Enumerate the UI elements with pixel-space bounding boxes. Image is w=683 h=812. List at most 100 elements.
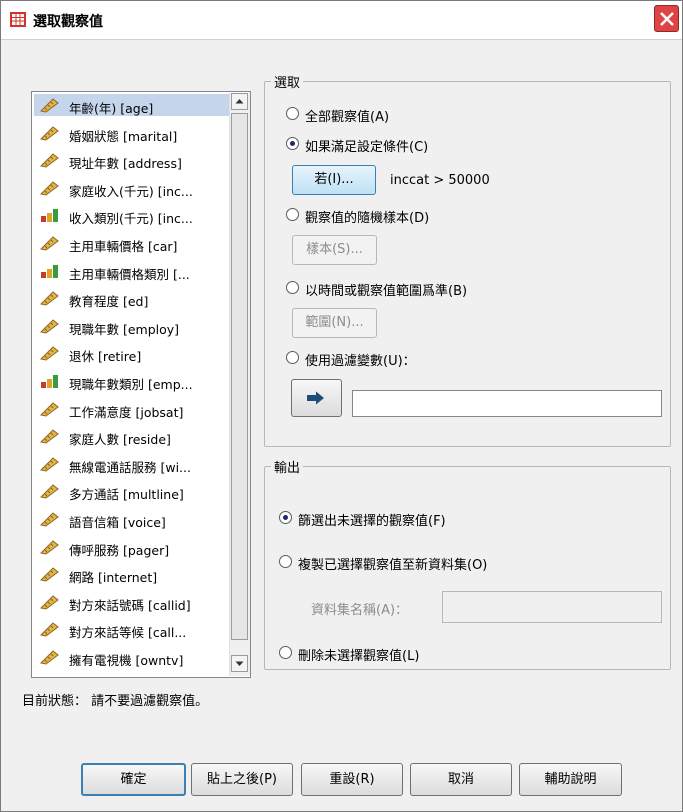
vertical-scrollbar[interactable] <box>229 93 250 676</box>
variable-label: 語音信箱 [voice] <box>69 515 166 530</box>
variable-list-item[interactable]: 主用車輛價格類別 [... <box>34 260 229 282</box>
radio-label: 如果滿足設定條件(C) <box>305 140 429 155</box>
variable-label: 網路 [internet] <box>69 570 158 586</box>
radio-label: 複製已選擇觀察值至新資料集(O) <box>298 558 488 573</box>
variable-list-item[interactable]: 婚姻狀態 [marital] <box>34 122 229 144</box>
scale-ruler-icon <box>39 621 61 640</box>
variable-label: 多方通話 [multline] <box>69 487 184 503</box>
if-button[interactable]: 若(I)... <box>292 165 376 195</box>
scroll-up-button[interactable] <box>231 93 248 110</box>
scale-ruler-icon <box>39 152 61 171</box>
radio-dot <box>286 351 299 364</box>
variable-list-item[interactable]: 多方通話 [multline] <box>34 480 229 502</box>
scale-ruler-icon <box>39 594 61 613</box>
radio-label: 使用過濾變數(U)： <box>305 354 416 369</box>
reset-button[interactable]: 重設(R) <box>301 763 403 796</box>
radio-label: 全部觀察值(A) <box>305 110 390 125</box>
variable-list-item[interactable]: 現職年數類別 [emp... <box>34 370 229 392</box>
arrow-up-icon <box>235 99 244 104</box>
variable-label: 擁有電視機 [owntv] <box>69 653 184 668</box>
variable-label: 婚姻狀態 [marital] <box>69 128 178 144</box>
arrow-down-icon <box>235 661 244 666</box>
variable-label: 主用車輛價格 [car] <box>69 239 178 254</box>
scale-ruler-icon <box>39 428 61 447</box>
scale-ruler-icon <box>39 511 61 530</box>
window-title: 選取觀察值 <box>33 14 103 30</box>
radio-dot <box>286 208 299 221</box>
select-group-title: 選取 <box>271 72 304 91</box>
scale-ruler-icon <box>39 235 61 254</box>
cancel-button[interactable]: 取消 <box>410 763 512 796</box>
variable-list-item[interactable]: 對方來話等候 [call... <box>34 618 229 640</box>
variable-list-item[interactable]: 語音信箱 [voice] <box>34 508 229 530</box>
title-bar: 選取觀察值 <box>1 1 682 40</box>
scale-ruler-icon <box>39 483 61 502</box>
variable-list-item[interactable]: 家庭人數 [reside] <box>34 425 229 447</box>
status-text: 目前狀態： 請不要過濾觀察值。 <box>22 694 209 709</box>
radio-dot <box>286 281 299 294</box>
variable-list-item[interactable]: 教育程度 [ed] <box>34 287 229 309</box>
variable-list-item[interactable]: 工作滿意度 [jobsat] <box>34 398 229 420</box>
scroll-thumb[interactable] <box>231 113 248 640</box>
radio-label: 觀察值的隨機樣本(D) <box>305 211 430 226</box>
radio-label: 以時間或觀察值範圍爲準(B) <box>305 284 468 299</box>
close-button[interactable] <box>654 5 679 32</box>
radio-dot <box>279 511 292 524</box>
ordinal-bars-icon <box>39 263 61 282</box>
close-icon <box>660 12 674 26</box>
scale-ruler-icon <box>39 318 61 337</box>
scale-ruler-icon <box>39 180 61 199</box>
variable-label: 傳呼服務 [pager] <box>69 542 170 558</box>
variable-list-item[interactable]: 網路 [internet] <box>34 563 229 585</box>
variable-list-item[interactable]: 現址年數 [address] <box>34 149 229 171</box>
variable-list-item[interactable]: 無線電通話服務 [wi... <box>34 453 229 475</box>
variable-list-item[interactable]: 收入類別(千元) [inc... <box>34 204 229 226</box>
output-group-title: 輸出 <box>271 457 304 476</box>
sample-button[interactable]: 樣本(S)... <box>292 235 377 265</box>
variable-list-item[interactable]: 家庭收入(千元) [inc... <box>34 177 229 199</box>
ok-button[interactable]: 確定 <box>81 763 186 796</box>
variable-label: 年齡(年) [age] <box>69 101 154 116</box>
variable-list-item[interactable]: 現職年數 [employ] <box>34 315 229 337</box>
variable-label: 現職年數類別 [emp... <box>69 377 193 392</box>
scale-ruler-icon <box>39 290 61 309</box>
scale-ruler-icon <box>39 401 61 420</box>
variable-label: 工作滿意度 [jobsat] <box>69 404 184 420</box>
scale-ruler-icon <box>39 125 61 144</box>
dataset-name-label: 資料集名稱(A)： <box>311 603 409 618</box>
variable-list-item[interactable]: 對方來話號碼 [callid] <box>34 591 229 613</box>
radio-label: 刪除未選擇觀察值(L) <box>298 649 420 664</box>
variable-list-item[interactable]: 傳呼服務 [pager] <box>34 536 229 558</box>
variable-label: 家庭收入(千元) [inc... <box>69 183 193 199</box>
radio-dot <box>279 646 292 659</box>
variable-label: 現職年數 [employ] <box>69 321 180 337</box>
radio-dot <box>279 555 292 568</box>
radio-label: 篩選出未選擇的觀察值(F) <box>298 514 446 529</box>
scale-ruler-icon <box>39 345 61 364</box>
move-variable-button[interactable] <box>291 379 342 417</box>
spreadsheet-icon <box>10 12 26 27</box>
range-button[interactable]: 範圍(N)... <box>292 308 377 338</box>
variable-list-item[interactable]: 擁有電視機 [owntv] <box>34 646 229 668</box>
variable-label: 對方來話號碼 [callid] <box>69 597 191 613</box>
scale-ruler-icon <box>39 97 61 116</box>
variable-label: 主用車輛價格類別 [... <box>69 266 190 282</box>
variable-list-item[interactable]: 年齡(年) [age] <box>34 94 229 116</box>
filter-variable-field[interactable] <box>352 390 662 417</box>
variable-list-item[interactable]: 主用車輛價格 [car] <box>34 232 229 254</box>
variable-label: 退休 [retire] <box>69 349 142 365</box>
variable-label: 收入類別(千元) [inc... <box>69 211 193 227</box>
dataset-name-field[interactable] <box>442 591 662 623</box>
variable-list-item[interactable]: 退休 [retire] <box>34 342 229 364</box>
variable-label: 家庭人數 [reside] <box>69 432 171 448</box>
variable-label: 對方來話等候 [call... <box>69 625 187 641</box>
help-button[interactable]: 輔助說明 <box>519 763 622 796</box>
ordinal-bars-icon <box>39 207 61 226</box>
ordinal-bars-icon <box>39 373 61 392</box>
variable-label: 教育程度 [ed] <box>69 294 149 310</box>
scroll-down-button[interactable] <box>231 655 248 672</box>
variable-label: 現址年數 [address] <box>69 156 182 172</box>
arrow-right-icon <box>307 391 324 405</box>
paste-button[interactable]: 貼上之後(P) <box>191 763 293 796</box>
variable-list[interactable]: 年齡(年) [age] 婚姻狀態 [marital] 現址年數 [address] 家… <box>31 91 251 678</box>
